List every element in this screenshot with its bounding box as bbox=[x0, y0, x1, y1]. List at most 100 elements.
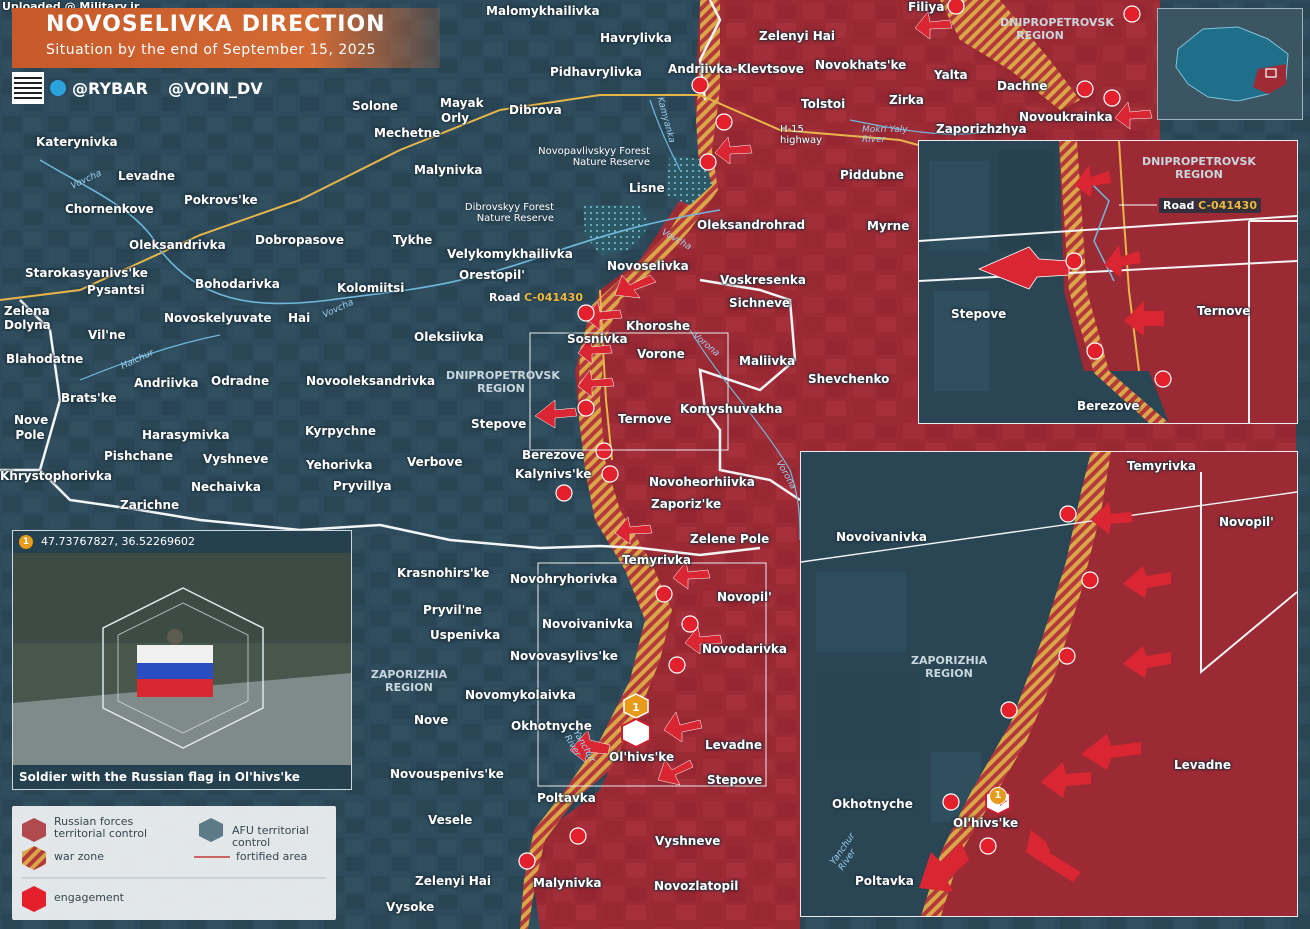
inset2-okhotnyche: Okhotnyche bbox=[832, 797, 913, 811]
legend-engagement: engagement bbox=[54, 891, 124, 904]
settlement-label: Kolomiitsi bbox=[337, 281, 405, 295]
settlement-label: Stepove bbox=[707, 773, 763, 787]
inset2-temyrivka: Temyrivka bbox=[1127, 459, 1196, 473]
settlement-label: Vysoke bbox=[386, 900, 435, 914]
inset1-road-label: Road C-041430 bbox=[1159, 198, 1261, 213]
settlement-label: Havrylivka bbox=[600, 31, 672, 45]
settlement-label: Dachne bbox=[997, 79, 1048, 93]
settlement-label: Tolstoi bbox=[801, 97, 846, 111]
settlement-label: Yehorivka bbox=[306, 458, 373, 472]
inset-map-north: DNIPROPETROVSK REGION Road C-041430 Step… bbox=[918, 140, 1298, 424]
settlement-label: Pidhavrylivka bbox=[550, 65, 642, 79]
settlement-label: Sichneve bbox=[729, 296, 791, 310]
road-code: C-041430 bbox=[1198, 199, 1257, 212]
settlement-label: Hai bbox=[288, 311, 311, 325]
settlement-label: Katerynivka bbox=[36, 135, 118, 149]
settlement-label: Pishchane bbox=[104, 449, 174, 463]
road-code: C-041430 bbox=[524, 291, 583, 304]
settlement-label: Mayak bbox=[440, 96, 484, 110]
settlement-label: Dibrova bbox=[509, 103, 562, 117]
settlement-label: Starokasyanivs'ke bbox=[25, 266, 148, 280]
legend-russian-control: Russian forces territorial control bbox=[54, 815, 148, 840]
settlement-label: Levadne bbox=[118, 169, 175, 183]
photo-caption: Soldier with the Russian flag in Ol'hivs… bbox=[13, 765, 351, 789]
settlement-label: Orly bbox=[441, 111, 470, 125]
callout-novopavlivskyy: Novopavlivskyy Forest Nature Reserve bbox=[538, 146, 650, 168]
photo-marker-badge: 1 bbox=[19, 535, 33, 549]
settlement-label: Malynivka bbox=[414, 163, 483, 177]
settlement-label: Khrystophorivka bbox=[0, 469, 113, 483]
region-label-dnipro: DNIPROPETROVSK REGION bbox=[446, 369, 560, 395]
settlement-label: Novomykolaivka bbox=[465, 688, 576, 702]
handle-voin-dv[interactable]: @VOIN_DV bbox=[168, 79, 263, 98]
overview-minimap bbox=[1157, 8, 1303, 120]
region-label-zaporizhia: ZAPORIZHIA REGION bbox=[370, 668, 448, 694]
road-prefix: Road bbox=[489, 291, 525, 304]
settlement-label: Novoselivka bbox=[607, 259, 689, 273]
settlement-label: Odradne bbox=[211, 374, 270, 388]
settlement-label: Filiya bbox=[908, 0, 945, 14]
settlement-label: Orestopil' bbox=[459, 268, 525, 282]
settlement-label: Oleksiivka bbox=[414, 330, 484, 344]
settlement-label: Zelena Dolyna bbox=[4, 304, 51, 332]
settlement-label: Maliivka bbox=[739, 354, 796, 368]
callout-dibrovskyy: Dibrovskyy Forest Nature Reserve bbox=[464, 202, 554, 224]
inset2-region-label: ZAPORIZHIA REGION bbox=[911, 654, 988, 680]
photo-image bbox=[13, 553, 351, 765]
legend: Russian forces territorial control war z… bbox=[12, 806, 336, 920]
settlement-label: Bohodarivka bbox=[195, 277, 280, 291]
settlement-label: Novoskelyuvate bbox=[164, 311, 272, 325]
settlement-label: Novopil' bbox=[717, 590, 772, 604]
settlement-label: Ternove bbox=[618, 412, 672, 426]
settlement-label: Zaporiz'ke bbox=[651, 497, 722, 511]
settlement-label: Nove bbox=[414, 713, 449, 727]
qr-code-icon bbox=[12, 72, 44, 104]
settlement-label: Zelene Pole bbox=[690, 532, 770, 546]
svg-text:1: 1 bbox=[632, 701, 640, 714]
settlement-label: Zelenyi Hai bbox=[759, 29, 836, 43]
title-banner: NOVOSELIVKA DIRECTION Situation by the e… bbox=[12, 8, 440, 68]
settlement-label: Nove Pole bbox=[14, 413, 49, 442]
settlement-label: Komyshuvakha bbox=[680, 402, 783, 416]
settlement-label: Vyshneve bbox=[203, 452, 269, 466]
settlement-label: Pryvil'ne bbox=[423, 603, 482, 617]
settlement-label: Andriivka bbox=[134, 376, 199, 390]
settlement-label: Ol'hivs'ke bbox=[609, 750, 675, 764]
inset2-novopil: Novopil' bbox=[1219, 515, 1274, 529]
photo-marker-1[interactable]: 1 bbox=[623, 693, 649, 719]
settlement-label: Novooleksandrivka bbox=[306, 374, 436, 388]
callout-h15-highway: H-15 highway bbox=[780, 124, 823, 146]
settlement-label: Berezove bbox=[522, 448, 585, 462]
settlement-label: Novodarivka bbox=[702, 642, 787, 656]
settlement-label: Sosnivka bbox=[567, 332, 628, 346]
inset2-poltavka: Poltavka bbox=[855, 874, 914, 888]
settlement-label: Krasnohirs'ke bbox=[397, 566, 490, 580]
settlement-label: Pryvillya bbox=[333, 479, 392, 493]
handle-rybar[interactable]: @RYBAR bbox=[72, 79, 148, 98]
river-label-mokri-yaly: Mokri Yaly River bbox=[862, 125, 908, 145]
settlement-label: Malomykhailivka bbox=[486, 4, 600, 18]
settlement-label: Kalynivs'ke bbox=[515, 467, 592, 481]
inset1-ternove: Ternove bbox=[1197, 304, 1251, 318]
settlement-label: Zarichne bbox=[120, 498, 180, 512]
settlement-label: Kyrpychne bbox=[305, 424, 377, 438]
settlement-label: Temyrivka bbox=[622, 553, 691, 567]
callout-road: Road C-041430 bbox=[489, 291, 583, 304]
photo-panel: 47.73767827, 36.52269602 1 Soldier with … bbox=[12, 530, 352, 790]
settlement-label: Levadne bbox=[705, 738, 762, 752]
legend-fortified-area: fortified area bbox=[236, 850, 308, 863]
settlement-label: Oleksandrohrad bbox=[697, 218, 806, 232]
inset2-photo-marker[interactable]: 1 bbox=[989, 787, 1007, 805]
settlement-label: Mechetne bbox=[374, 126, 441, 140]
social-bar: @RYBAR @VOIN_DV bbox=[12, 72, 282, 104]
settlement-label: Zirka bbox=[889, 93, 924, 107]
settlement-label: Novovasylivs'ke bbox=[510, 649, 618, 663]
settlement-label: Nechaivka bbox=[191, 480, 261, 494]
settlement-label: Shevchenko bbox=[808, 372, 890, 386]
settlement-label: Brats'ke bbox=[61, 391, 117, 405]
photo-coordinates: 47.73767827, 36.52269602 bbox=[13, 531, 351, 553]
settlement-label: Poltavka bbox=[537, 791, 596, 805]
inset1-region-label: DNIPROPETROVSK REGION bbox=[1142, 155, 1256, 181]
inset2-olhivske: Ol'hivs'ke bbox=[953, 816, 1019, 830]
settlement-label: Vorone bbox=[637, 347, 685, 361]
